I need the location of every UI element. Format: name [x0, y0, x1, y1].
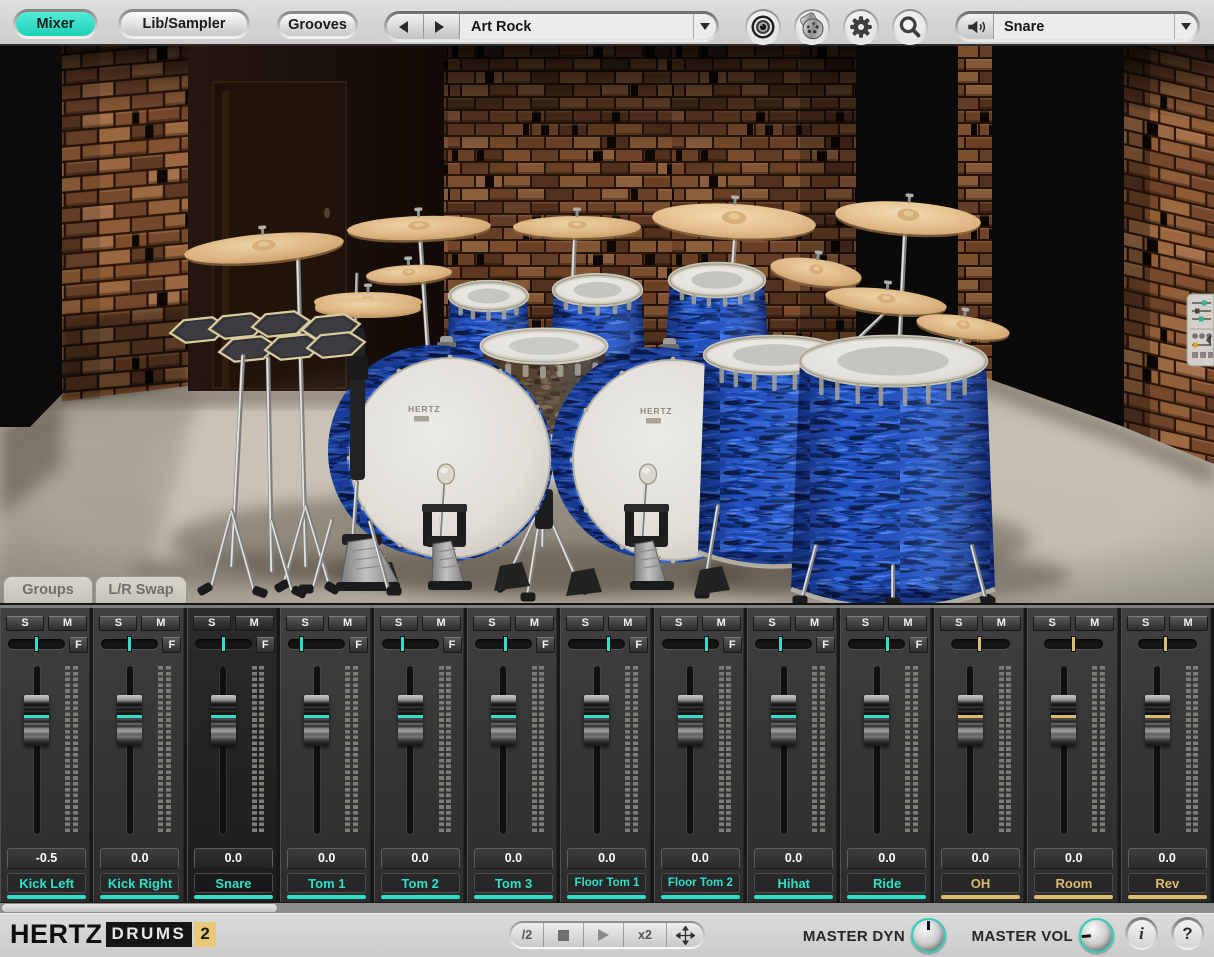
svg-text:HERTZ: HERTZ	[408, 404, 440, 414]
svg-text:HERTZ: HERTZ	[640, 406, 672, 416]
